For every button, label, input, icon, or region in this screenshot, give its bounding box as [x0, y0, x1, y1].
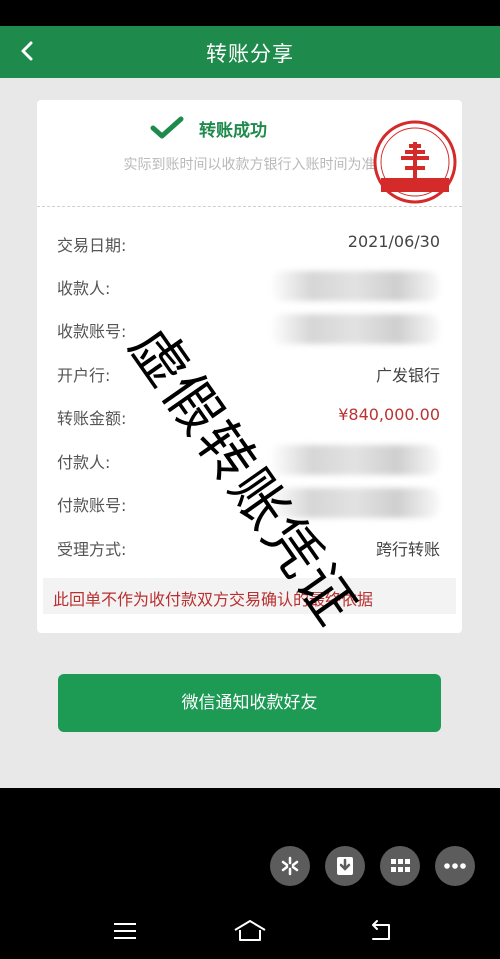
wechat-notify-button[interactable]: 微信通知收款好友: [58, 674, 441, 732]
row-payee-account: 收款账号:: [57, 314, 440, 344]
home-icon: [234, 920, 266, 941]
page-title: 转账分享: [206, 42, 294, 66]
grid-tool-button[interactable]: [380, 846, 420, 886]
row-label: 付款账号:: [57, 496, 127, 515]
row-label: 交易日期:: [57, 236, 127, 255]
row-date: 交易日期: 2021/06/30: [57, 232, 440, 256]
sparkle-tool-button[interactable]: [270, 846, 310, 886]
more-tool-button[interactable]: [435, 846, 475, 886]
amount-value: ¥840,000.00: [338, 405, 440, 424]
system-nav-bar: [0, 900, 500, 959]
row-value: 跨行转账: [375, 540, 440, 559]
home-nav-button[interactable]: [232, 916, 268, 946]
row-label: 开户行:: [57, 366, 111, 385]
row-bank: 开户行: 广发银行: [57, 362, 440, 386]
receipt-card: 转账成功 实际到账时间以收款方银行入账时间为准 交易日期: 2021/06/30…: [37, 100, 462, 633]
row-label: 转账金额:: [57, 409, 127, 428]
row-value: 2021/06/30: [347, 232, 440, 251]
blurred-value: [270, 271, 440, 301]
app-header: 转账分享: [0, 26, 500, 78]
divider: [37, 206, 462, 207]
success-status: 转账成功: [199, 121, 267, 141]
return-icon: [372, 920, 390, 940]
row-label: 付款人:: [57, 453, 111, 472]
status-bar: [0, 0, 500, 26]
download-icon: [337, 857, 353, 875]
blurred-value: [270, 445, 440, 475]
download-tool-button[interactable]: [325, 846, 365, 886]
checkmark-icon: [150, 116, 184, 139]
grid-icon: [391, 859, 410, 872]
disclaimer-box: 此回单不作为收付款双方交易确认的最终依据: [43, 578, 456, 614]
blurred-value: [270, 314, 440, 344]
sparkle-icon: [281, 856, 299, 876]
menu-icon: [114, 923, 136, 939]
floating-toolbar: [270, 846, 476, 886]
row-label: 收款账号:: [57, 322, 127, 341]
row-label: 收款人:: [57, 279, 111, 298]
row-payee: 收款人:: [57, 271, 440, 301]
row-value: 广发银行: [375, 366, 440, 385]
row-label: 受理方式:: [57, 540, 127, 559]
more-dots-icon: [444, 863, 466, 869]
bank-seal-stamp: [373, 120, 457, 204]
menu-nav-button[interactable]: [110, 916, 140, 946]
back-nav-button[interactable]: [367, 916, 397, 946]
content-area: 转账成功 实际到账时间以收款方银行入账时间为准 交易日期: 2021/06/30…: [0, 78, 500, 788]
